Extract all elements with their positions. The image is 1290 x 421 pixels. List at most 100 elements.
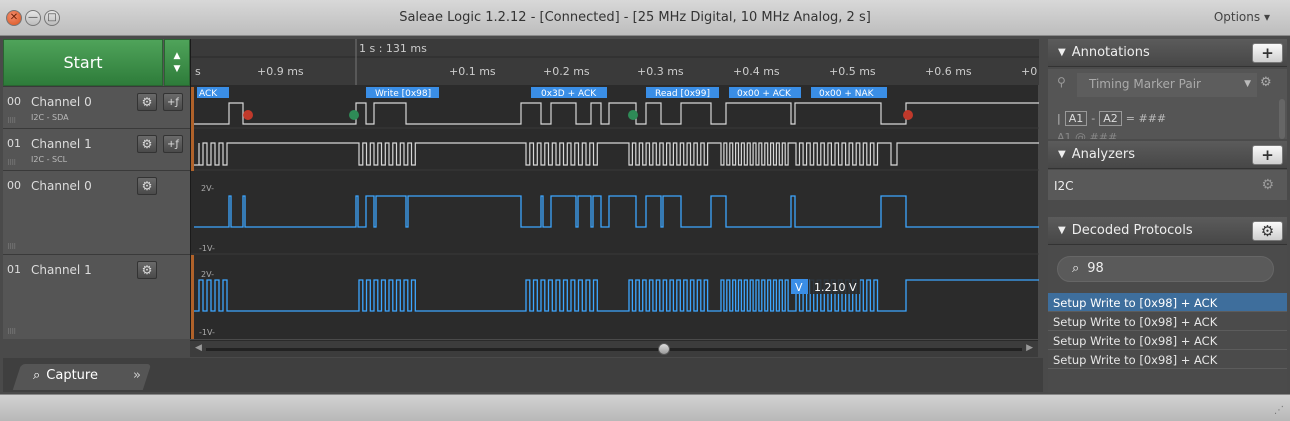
analyzers-header[interactable]: ▼ Analyzers +: [1048, 141, 1287, 169]
marker-a2[interactable]: A2: [1099, 111, 1122, 126]
scroll-right-icon[interactable]: ▶: [1026, 343, 1033, 353]
channel-row-sda: 00 Channel 0 I2C - SDA ⚙ +ƒ ⠿⠿: [3, 86, 190, 128]
tick-label: +0.1 ms: [449, 65, 496, 78]
decoded-protocols-title: Decoded Protocols: [1071, 223, 1193, 238]
tab-capture-label: Capture: [46, 368, 98, 383]
decode-label: Write [0x98]: [375, 89, 431, 99]
title-bar: ✕ — □ Saleae Logic 1.2.12 - [Connected] …: [0, 0, 1290, 36]
decode-label: 0x00 + NAK: [819, 89, 875, 99]
scroll-left-icon[interactable]: ◀: [195, 343, 202, 353]
collapse-triangle-icon[interactable]: ▼: [1058, 225, 1066, 236]
dropdown-arrow-icon[interactable]: ▼: [1244, 79, 1251, 89]
start-options-arrows[interactable]: ▲ ▼: [164, 39, 190, 86]
up-arrow-icon[interactable]: ▲: [174, 51, 181, 61]
drag-handle-icon[interactable]: ⠿⠿: [7, 328, 16, 336]
channel-number: 01: [7, 263, 21, 276]
list-item[interactable]: Setup Write to [0x98] + ACK: [1048, 331, 1287, 350]
chevron-down-icon: ▾: [1263, 10, 1270, 24]
drag-handle-icon[interactable]: ⠿⠿: [7, 117, 16, 125]
decoded-search-input[interactable]: ⌕ 98: [1057, 256, 1274, 282]
waveform-canvas[interactable]: 1 s : 131 ms s +0.9 ms +0.1 ms +0.2 ms +…: [191, 39, 1039, 339]
analog-waveform-1: [194, 279, 1039, 312]
channel-settings-gear-icon[interactable]: ⚙: [137, 261, 157, 279]
side-panel: ▼ Annotations + ⚲ Timing Marker Pair ▼ ⚙…: [1048, 39, 1287, 393]
analyzer-name: I2C: [1054, 179, 1074, 193]
measure-value: 1.210 V: [814, 281, 857, 294]
channel-row-analog-1: 01 Channel 1 ⚙ ⠿⠿: [3, 254, 190, 339]
waveform-view[interactable]: 1 s : 131 ms s +0.9 ms +0.1 ms +0.2 ms +…: [190, 39, 1039, 339]
channel-settings-gear-icon[interactable]: ⚙: [137, 135, 157, 153]
channel-number: 01: [7, 137, 21, 150]
start-button[interactable]: Start: [3, 39, 163, 86]
search-value: 98: [1087, 261, 1104, 276]
options-menu[interactable]: Options ▾: [1214, 10, 1270, 24]
marker-row-2: A1 @ ###: [1057, 131, 1118, 139]
add-annotation-button[interactable]: +: [1252, 43, 1283, 63]
resize-grip-icon[interactable]: ⋰: [1274, 405, 1284, 416]
trigger-edge-icon[interactable]: +ƒ: [163, 135, 183, 153]
tick-label: +0.9 ms: [257, 65, 304, 78]
channel-analyzer-label: I2C - SCL: [31, 155, 68, 164]
marker-measure-row: | A1 - A2 = ###: [1057, 111, 1166, 126]
divider-glyph: |: [1057, 112, 1061, 125]
window-title: Saleae Logic 1.2.12 - [Connected] - [25 …: [399, 10, 871, 25]
tick-label: +0.5 ms: [829, 65, 876, 78]
cursor-time-label: 1 s : 131 ms: [359, 42, 427, 55]
scl-waveform: [194, 142, 1039, 166]
analog-scale-bottom: -1V-: [199, 244, 215, 253]
tick-label: +0.4 ms: [733, 65, 780, 78]
timing-marker-pair-select[interactable]: Timing Marker Pair ▼: [1077, 73, 1257, 97]
collapse-triangle-icon[interactable]: ▼: [1058, 47, 1066, 58]
horizontal-scrollbar[interactable]: ◀ ▶: [190, 340, 1038, 357]
channel-settings-gear-icon[interactable]: ⚙: [137, 177, 157, 195]
annotations-body: ⚲ Timing Marker Pair ▼ ⚙ | A1 - A2 = ###…: [1048, 69, 1287, 139]
annotations-title: Annotations: [1071, 45, 1150, 60]
collapse-triangle-icon[interactable]: ▼: [1058, 149, 1066, 160]
marker-pair-label: Timing Marker Pair: [1089, 77, 1201, 91]
start-marker: [628, 110, 638, 120]
decoded-protocols-header[interactable]: ▼ Decoded Protocols ⚙: [1048, 217, 1287, 245]
analog-scale-bottom: -1V-: [199, 328, 215, 337]
analyzer-settings-gear-icon[interactable]: ⚙: [1261, 177, 1274, 193]
annotations-header[interactable]: ▼ Annotations +: [1048, 39, 1287, 67]
channel-name[interactable]: Channel 0: [31, 95, 92, 109]
options-label: Options: [1213, 10, 1261, 24]
add-analyzer-button[interactable]: +: [1252, 145, 1283, 165]
scroll-track[interactable]: [206, 348, 1022, 351]
list-item[interactable]: Setup Write to [0x98] + ACK: [1048, 350, 1287, 369]
stop-marker: [243, 110, 253, 120]
decode-label: ACK: [199, 89, 218, 99]
annotations-scrollbar[interactable]: [1279, 99, 1285, 139]
trigger-edge-icon[interactable]: +ƒ: [163, 93, 183, 111]
channel-number: 00: [7, 95, 21, 108]
down-arrow-icon[interactable]: ▼: [174, 64, 181, 74]
search-icon: ⌕: [1072, 261, 1080, 276]
stop-marker: [903, 110, 913, 120]
drag-handle-icon[interactable]: ⠿⠿: [7, 243, 16, 251]
decode-label: 0x3D + ACK: [541, 89, 597, 99]
status-bar: ⋰: [0, 394, 1290, 421]
channel-settings-gear-icon[interactable]: ⚙: [137, 93, 157, 111]
list-item[interactable]: Setup Write to [0x98] + ACK: [1048, 312, 1287, 331]
measure-tag-label: V: [795, 281, 803, 294]
marker-a1[interactable]: A1: [1064, 111, 1088, 126]
channel-row-scl: 01 Channel 1 I2C - SCL ⚙ +ƒ ⠿⠿: [3, 128, 190, 170]
more-tabs-icon[interactable]: »: [133, 368, 141, 383]
marker-settings-gear-icon[interactable]: ⚙: [1260, 75, 1272, 90]
decode-bubbles: ACK Write [0x98] 0x3D + ACK Read [0x99] …: [197, 87, 887, 99]
scroll-thumb[interactable]: [658, 343, 670, 355]
decode-label: Read [0x99]: [655, 89, 710, 99]
channel-name[interactable]: Channel 1: [31, 263, 92, 277]
list-item[interactable]: Setup Write to [0x98] + ACK: [1048, 293, 1287, 312]
analog-scale-top: 2V-: [201, 184, 214, 193]
analyzer-item-i2c[interactable]: I2C ⚙: [1048, 170, 1287, 200]
channel-panel: Start ▲ ▼ 00 Channel 0 I2C - SDA ⚙ +ƒ ⠿⠿…: [3, 39, 190, 339]
channel-name[interactable]: Channel 1: [31, 137, 92, 151]
channel-analyzer-label: I2C - SDA: [31, 113, 69, 122]
drag-handle-icon[interactable]: ⠿⠿: [7, 159, 16, 167]
decoded-results-list: Setup Write to [0x98] + ACK Setup Write …: [1048, 293, 1287, 369]
decoded-settings-gear-icon[interactable]: ⚙: [1252, 221, 1283, 241]
pin-icon: ⚲: [1057, 75, 1066, 89]
channel-name[interactable]: Channel 0: [31, 179, 92, 193]
tab-capture[interactable]: ⌕ Capture: [33, 368, 98, 383]
